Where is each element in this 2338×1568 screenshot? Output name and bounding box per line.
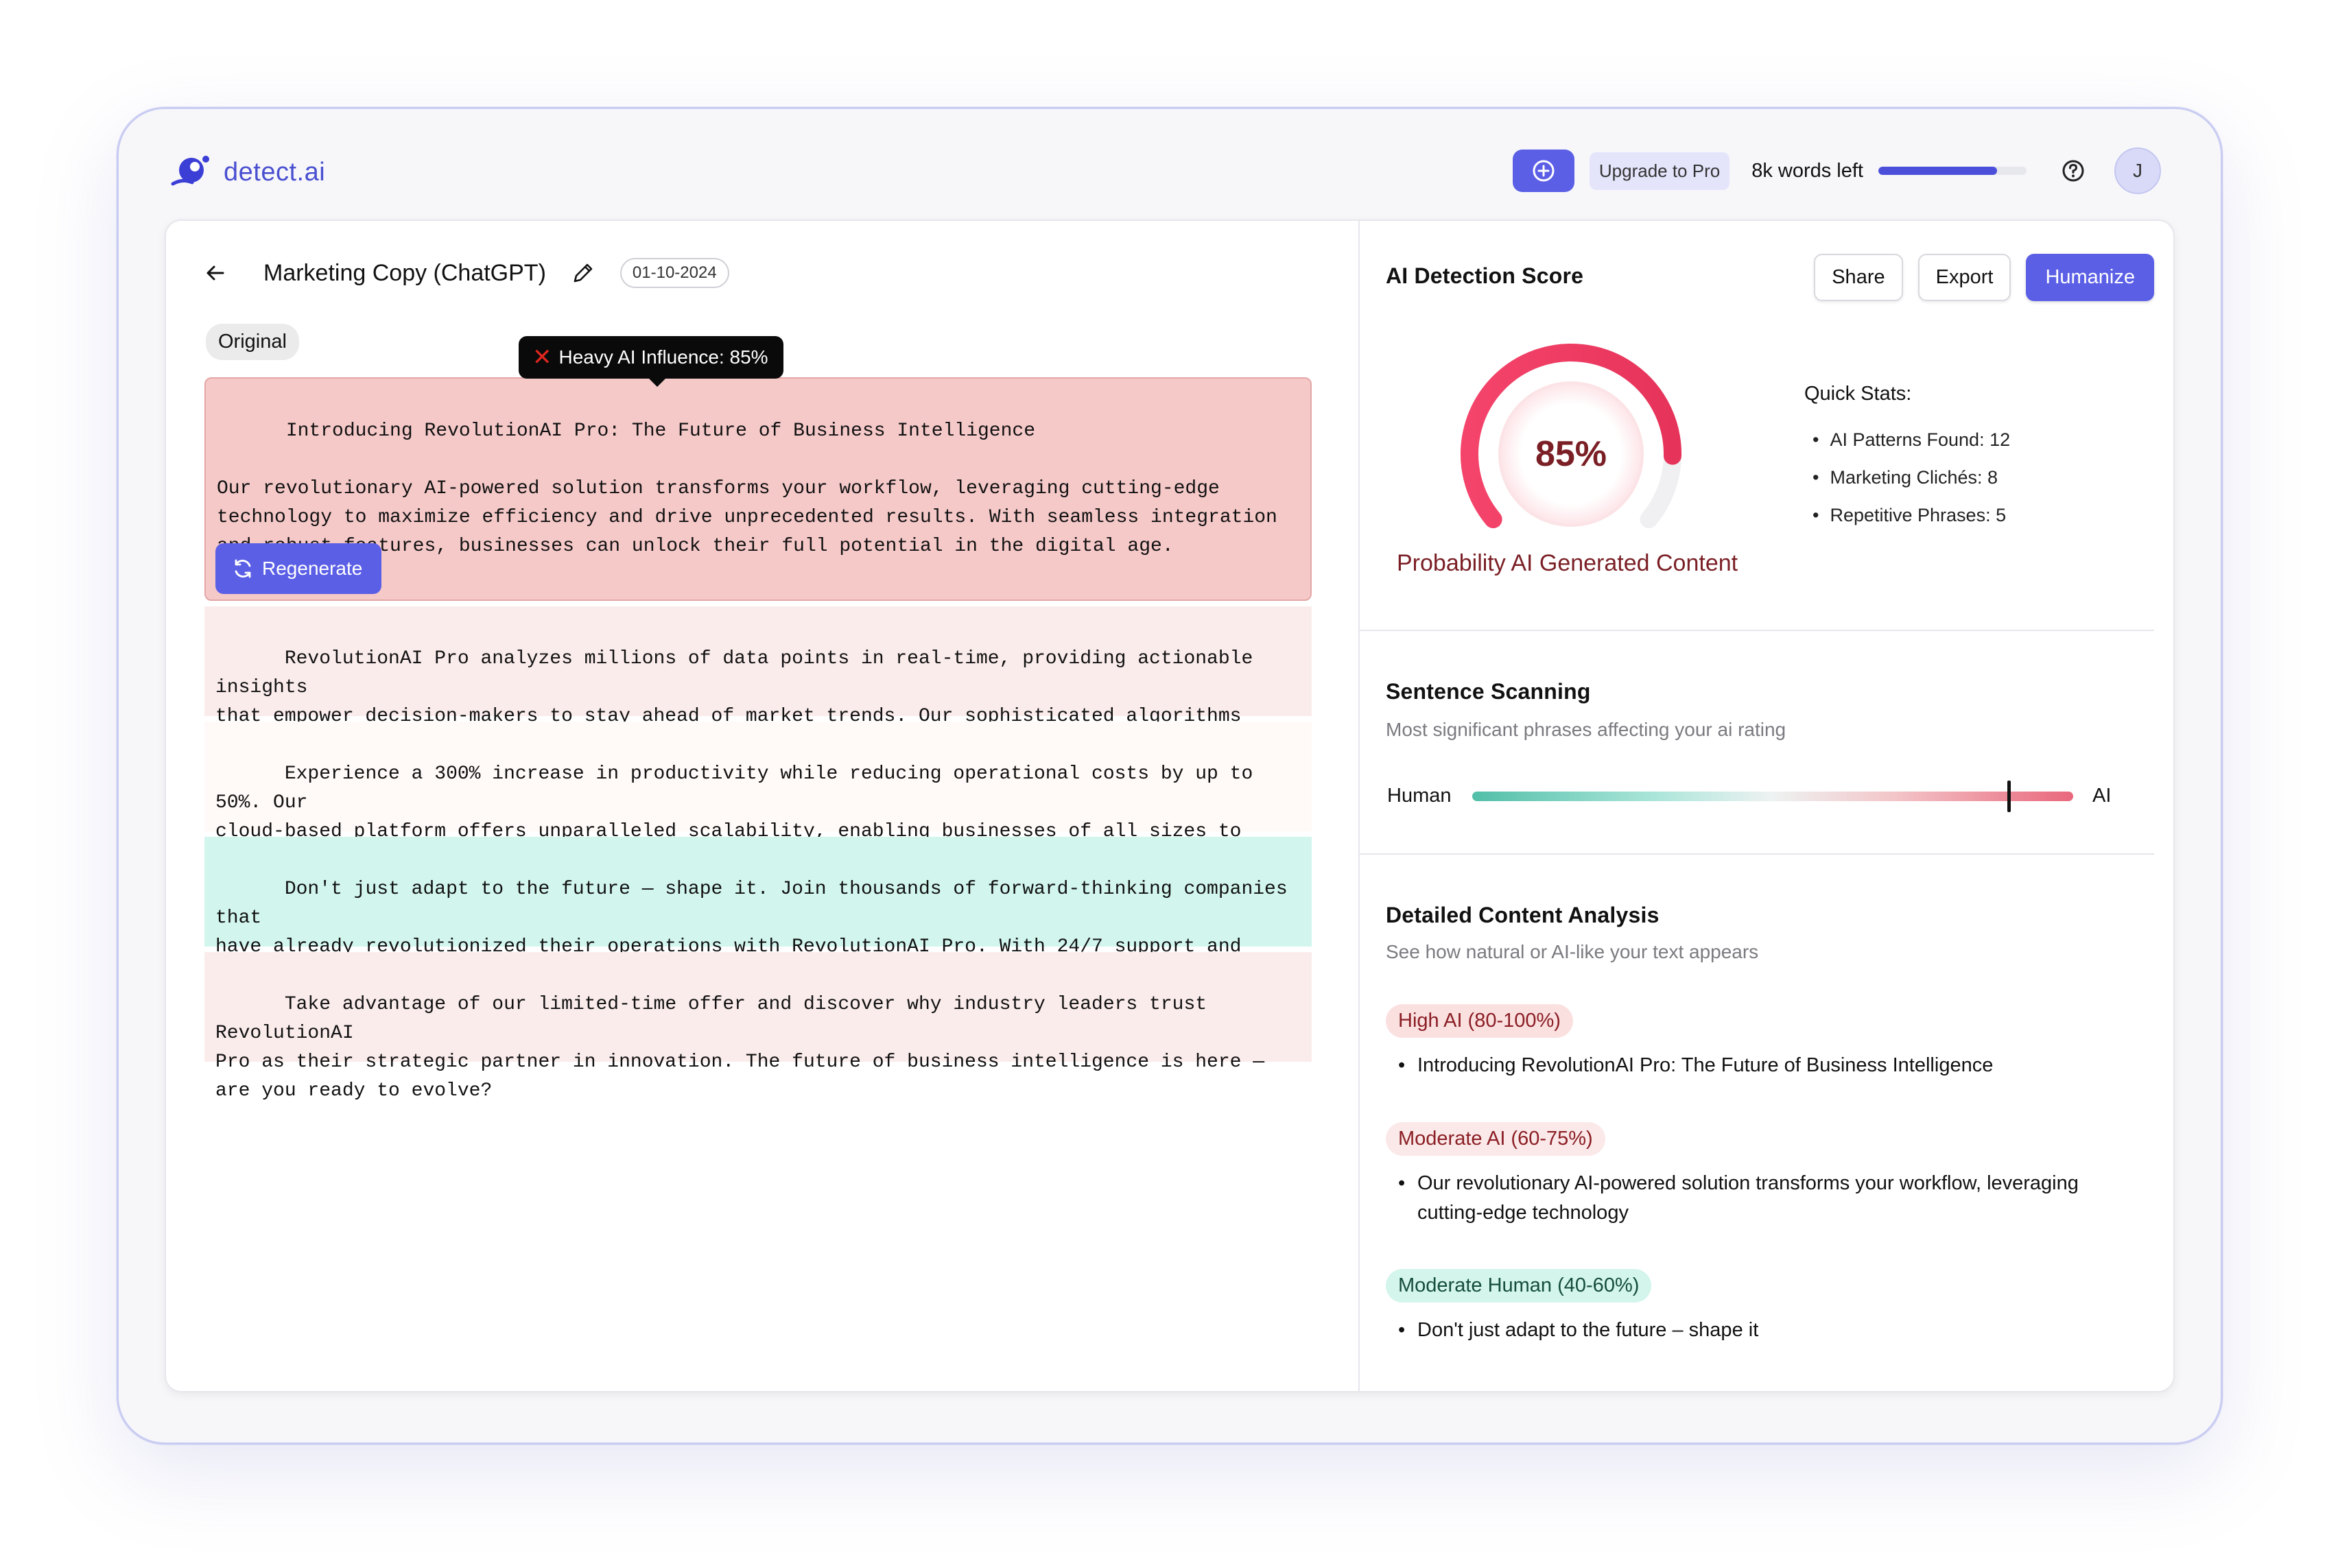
regenerate-label: Regenerate <box>262 558 363 579</box>
document-pane: Marketing Copy (ChatGPT) 01-10-2024 Orig… <box>166 221 1358 1391</box>
probability-caption: Probability AI Generated Content <box>1397 550 1738 576</box>
user-avatar[interactable]: J <box>2114 147 2161 194</box>
refresh-icon <box>235 559 251 578</box>
moderate-human-badge: Moderate Human (40-60%) <box>1386 1269 1652 1303</box>
help-icon[interactable] <box>2057 154 2090 187</box>
quick-stat-item: Repetitive Phrases: 5 <box>1812 497 2010 534</box>
analysis-item[interactable]: • Our revolutionary AI-powered solution … <box>1398 1169 2125 1228</box>
section-divider <box>1360 630 2154 631</box>
document-header: Marketing Copy (ChatGPT) 01-10-2024 <box>202 252 729 294</box>
analysis-pane: AI Detection Score Share Export Humanize <box>1360 221 2173 1391</box>
original-view-badge[interactable]: Original <box>206 324 299 360</box>
document-title: Marketing Copy (ChatGPT) <box>263 259 546 286</box>
export-button[interactable]: Export <box>1917 254 2011 301</box>
tooltip-text: Heavy AI Influence: 85% <box>558 346 768 368</box>
quick-stats-list: AI Patterns Found: 12 Marketing Clichés:… <box>1812 421 2010 534</box>
paragraph-light-ai[interactable]: Experience a 300% increase in productivi… <box>204 722 1312 871</box>
moderate-ai-badge: Moderate AI (60-75%) <box>1386 1122 1605 1156</box>
quick-stat-item: AI Patterns Found: 12 <box>1812 421 2010 459</box>
quick-stat-item: Marketing Clichés: 8 <box>1812 459 2010 497</box>
regenerate-button[interactable]: Regenerate <box>215 543 382 594</box>
upgrade-button[interactable]: Upgrade to Pro <box>1589 152 1730 190</box>
ai-detection-score-title: AI Detection Score <box>1386 263 1584 288</box>
word-usage-bar <box>1878 167 2027 175</box>
quick-stats-title: Quick Stats: <box>1804 383 1912 405</box>
words-left-label: 8k words left <box>1751 159 1863 182</box>
edit-pencil-icon[interactable] <box>567 257 600 289</box>
action-buttons: Share Export Humanize <box>1814 254 2154 301</box>
new-document-button[interactable] <box>1512 150 1574 192</box>
topbar-actions: Upgrade to Pro 8k words left J <box>1512 147 2161 194</box>
content-analysis-title: Detailed Content Analysis <box>1386 903 1660 927</box>
score-gauge: 85% <box>1441 331 1701 536</box>
sentence-scanning-title: Sentence Scanning <box>1386 679 1591 704</box>
paragraph-high-ai[interactable]: Introducing RevolutionAI Pro: The Future… <box>204 377 1312 601</box>
ai-influence-tooltip: ✕ Heavy AI Influence: 85% <box>519 336 783 387</box>
analysis-item-text: Introducing RevolutionAI Pro: The Future… <box>1417 1054 1994 1076</box>
human-ai-scale <box>1472 781 2073 812</box>
paragraph-text: Take advantage of our limited-time offer… <box>215 994 1265 1102</box>
scale-marker <box>2007 781 2011 812</box>
humanize-button[interactable]: Humanize <box>2026 254 2154 301</box>
analysis-item-text: Don't just adapt to the future – shape i… <box>1417 1319 1759 1341</box>
logo[interactable]: detect.ai <box>169 151 325 193</box>
logo-icon <box>169 151 211 193</box>
section-divider <box>1360 853 2154 855</box>
word-usage-fill <box>1878 167 1997 175</box>
paragraph-text: Introducing RevolutionAI Pro: The Future… <box>217 420 1277 557</box>
analysis-item[interactable]: • Don't just adapt to the future – shape… <box>1398 1316 2125 1345</box>
analysis-item-text: Our revolutionary AI-powered solution tr… <box>1417 1172 2079 1224</box>
plus-circle-icon <box>1533 160 1555 182</box>
scale-ai-label: AI <box>2092 785 2112 807</box>
paragraph-moderate-ai-2[interactable]: Take advantage of our limited-time offer… <box>204 952 1312 1102</box>
share-button[interactable]: Share <box>1814 254 1903 301</box>
main-card: Marketing Copy (ChatGPT) 01-10-2024 Orig… <box>165 219 2175 1392</box>
paragraph-moderate-ai[interactable]: RevolutionAI Pro analyzes millions of da… <box>204 606 1312 756</box>
high-ai-badge: High AI (80-100%) <box>1386 1004 1573 1038</box>
scale-human-label: Human <box>1387 785 1452 807</box>
date-badge: 01-10-2024 <box>619 258 729 288</box>
score-value: 85% <box>1535 434 1607 474</box>
sentence-scanning-subtitle: Most significant phrases affecting your … <box>1386 719 1786 740</box>
close-x-icon: ✕ <box>532 344 552 370</box>
content-analysis-subtitle: See how natural or AI-like your text app… <box>1386 941 1759 962</box>
analysis-item[interactable]: • Introducing RevolutionAI Pro: The Futu… <box>1398 1051 2125 1080</box>
paragraph-human[interactable]: Don't just adapt to the future — shape i… <box>204 837 1312 986</box>
back-arrow-icon[interactable] <box>202 259 229 287</box>
logo-text: detect.ai <box>224 157 326 187</box>
